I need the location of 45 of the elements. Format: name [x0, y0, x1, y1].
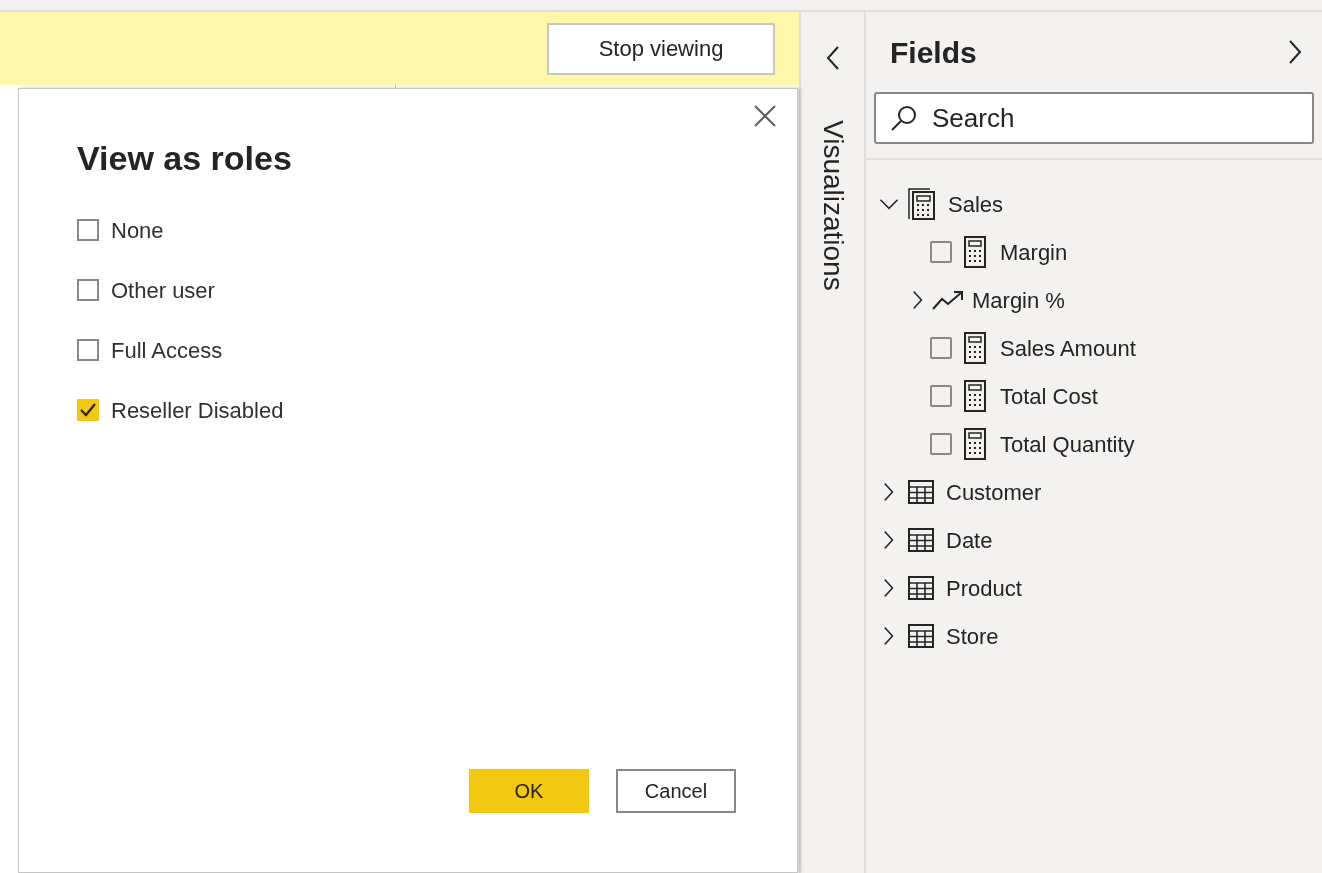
chevron-right-icon[interactable]: [1288, 40, 1302, 64]
close-icon[interactable]: [753, 104, 777, 128]
role-label: Reseller Disabled: [111, 396, 284, 425]
checkbox[interactable]: [930, 385, 952, 407]
trend-arrow-icon: [932, 290, 964, 310]
role-label: None: [111, 216, 164, 245]
table-icon: [908, 480, 934, 504]
role-label: Full Access: [111, 336, 223, 365]
table-name[interactable]: Sales: [948, 187, 1004, 221]
role-label: Other user: [111, 276, 215, 305]
table-name[interactable]: Customer: [946, 475, 1042, 509]
dialog-title: View as roles: [77, 138, 292, 179]
field-name[interactable]: Total Quantity: [1000, 427, 1135, 461]
table-name[interactable]: Store: [946, 619, 999, 653]
field-name[interactable]: Margin %: [972, 283, 1065, 317]
chevron-left-icon[interactable]: [825, 46, 840, 70]
table-icon: [908, 528, 934, 552]
calculator-icon: [964, 380, 986, 412]
checkbox[interactable]: [930, 241, 952, 263]
chevron-down-icon[interactable]: [878, 198, 900, 210]
table-icon: [908, 576, 934, 600]
checkbox[interactable]: [77, 339, 99, 361]
chevron-right-icon[interactable]: [912, 289, 924, 311]
calculator-icon: [964, 236, 986, 268]
calculator-icon: [964, 332, 986, 364]
fields-title: Fields: [890, 34, 977, 71]
table-name[interactable]: Date: [946, 523, 993, 557]
checkbox[interactable]: [77, 399, 99, 421]
field-name[interactable]: Margin: [1000, 235, 1068, 269]
visualizations-title[interactable]: Visualizations: [811, 120, 854, 291]
calculator-stack-icon: [908, 188, 936, 220]
checkbox[interactable]: [930, 337, 952, 359]
field-name[interactable]: Sales Amount: [1000, 331, 1136, 365]
checkbox[interactable]: [77, 279, 99, 301]
calculator-icon: [964, 428, 986, 460]
stop-viewing-button[interactable]: Stop viewing: [547, 22, 775, 75]
checkbox[interactable]: [77, 219, 99, 241]
field-name[interactable]: Total Cost: [1000, 379, 1098, 413]
checkbox[interactable]: [930, 433, 952, 455]
cancel-button[interactable]: Cancel: [616, 769, 736, 813]
table-icon: [908, 624, 934, 648]
ok-button[interactable]: OK: [469, 769, 589, 813]
table-name[interactable]: Product: [946, 571, 1022, 605]
search-field[interactable]: Search: [874, 92, 1314, 144]
search-icon: [890, 104, 918, 132]
